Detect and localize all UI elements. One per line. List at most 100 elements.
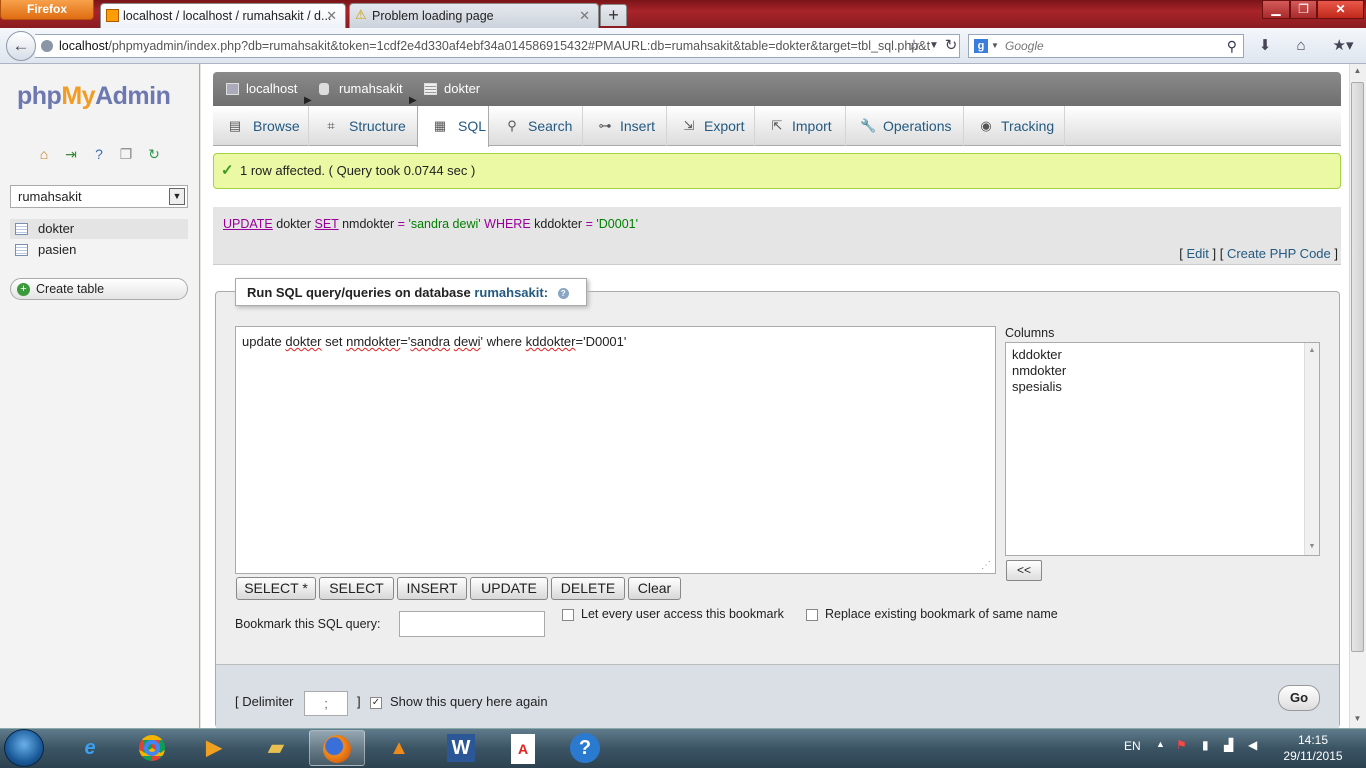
clear-button[interactable]: Clear [628,577,681,600]
close-window-button[interactable]: ✕ [1317,0,1364,19]
media-player-icon[interactable]: ▶ [186,730,242,766]
bookmark-name-input[interactable] [399,611,545,637]
scrollbar-thumb[interactable] [1351,82,1364,652]
show-query-again-checkbox[interactable]: ✓ [370,697,382,709]
tab-structure[interactable]: ⌗ Structure [309,106,429,146]
select-all-button[interactable]: SELECT * [236,577,316,600]
columns-list[interactable]: kddokter nmdokter spesialis ▲ ▼ [1005,342,1320,556]
start-button[interactable] [4,729,44,767]
create-php-code-link[interactable]: Create PHP Code [1227,246,1331,261]
delimiter-input[interactable]: ; [304,691,348,716]
sql-keyword-link[interactable]: SET [315,217,339,231]
help-support-icon[interactable]: ? [557,730,613,766]
internet-explorer-icon[interactable]: e [62,730,118,766]
browser-tab-problem[interactable]: ⚠ Problem loading page ✕ [349,3,599,28]
database-link[interactable]: rumahsakit: [474,285,548,300]
url-bar[interactable]: localhost/phpmyadmin/index.php?db=rumahs… [35,34,960,58]
create-table-button[interactable]: + Create table [10,278,188,300]
sql-panel-legend: Run SQL query/queries on database rumahs… [235,278,587,306]
new-tab-button[interactable]: + [600,4,627,26]
close-tab-icon[interactable]: ✕ [326,4,337,28]
help-icon[interactable]: ? [557,288,569,300]
tab-browse[interactable]: ▤ Browse [213,106,309,146]
phpmyadmin-logo[interactable]: phpMyAdmin [17,82,171,111]
engine-dropdown-icon[interactable]: ▼ [991,35,999,57]
sidebar-table-pasien[interactable]: pasien [10,240,188,260]
table-icon [424,83,437,95]
insert-button[interactable]: INSERT [397,577,467,600]
go-button[interactable]: Go [1278,685,1320,711]
scroll-down-icon[interactable]: ▼ [1351,714,1364,723]
tab-tracking[interactable]: ◉ Tracking [964,106,1065,146]
scroll-up-icon[interactable]: ▲ [1351,66,1364,75]
vlc-icon[interactable]: ▲ [371,730,427,766]
help-icon[interactable]: ? [90,145,108,163]
scroll-down-icon: ▼ [1308,543,1316,550]
executed-query: UPDATE dokter SET nmdokter = 'sandra dew… [213,207,1341,243]
pdf-reader-icon[interactable]: A [495,730,551,766]
database-select[interactable]: rumahsakit ▼ [10,185,188,208]
network-icon[interactable]: ▟ [1224,738,1233,752]
clock-time[interactable]: 14:15 [1283,733,1343,747]
tab-insert[interactable]: ⊶ Insert [583,106,667,146]
maximize-window-button[interactable]: ❐ [1290,0,1317,19]
insert-icon: ⊶ [598,118,612,133]
logout-icon[interactable]: ⇥ [62,145,80,163]
chrome-icon[interactable] [124,730,180,766]
browser-tab-phpmyadmin[interactable]: localhost / localhost / rumahsakit / d..… [100,3,346,28]
clock-date[interactable]: 29/11/2015 [1270,749,1356,763]
sidebar-table-dokter[interactable]: dokter [10,219,188,239]
downloads-icon[interactable]: ⬇ [1254,36,1276,56]
column-option[interactable]: kddokter [1012,347,1313,363]
checkmark-icon: ✓ [221,162,234,179]
volume-icon[interactable]: ◀ [1248,738,1257,752]
edit-query-link[interactable]: Edit [1186,246,1208,261]
bookmark-star-icon[interactable]: ☆ [903,36,925,56]
home-icon[interactable]: ⌂ [1290,36,1312,56]
reload-navigation-icon[interactable]: ↻ [145,145,163,163]
firefox-taskbar-icon[interactable] [309,730,365,766]
back-button[interactable]: ← [6,31,36,61]
home-icon[interactable]: ⌂ [35,145,53,163]
tab-operations[interactable]: 🔧 Operations [846,106,964,146]
replace-bookmark-checkbox[interactable] [806,609,818,621]
sql-query-textarea[interactable]: update dokter set nmdokter='sandra dewi'… [235,326,996,574]
wrench-icon: 🔧 [860,118,877,133]
firefox-menu-button[interactable]: Firefox [0,0,94,20]
shared-bookmark-checkbox[interactable] [562,609,574,621]
bookmarks-menu-icon[interactable]: ★▾ [1326,36,1360,56]
search-placeholder: Google [1005,39,1044,53]
resize-handle-icon[interactable]: ⋰ [981,560,991,571]
column-option[interactable]: nmdokter [1012,363,1313,379]
tab-sql[interactable]: ▦ SQL [417,106,489,147]
delete-button[interactable]: DELETE [551,577,625,600]
sql-keyword-link[interactable]: UPDATE [223,217,273,231]
minimize-window-button[interactable]: ▁ [1262,0,1290,19]
breadcrumb-database[interactable]: rumahsakit [319,72,403,106]
search-icon[interactable]: ⚲ [1227,35,1237,57]
search-bar[interactable]: g ▼ Google ⚲ [968,34,1244,58]
file-explorer-icon[interactable]: ▰ [248,730,304,766]
tab-export[interactable]: ⇲ Export [667,106,755,146]
tab-import[interactable]: ⇱ Import [755,106,846,146]
tab-search[interactable]: ⚲ Search [490,106,583,146]
battery-icon[interactable]: ▮ [1202,738,1209,752]
select-button[interactable]: SELECT [319,577,394,600]
language-indicator[interactable]: EN [1124,739,1141,753]
reload-icon[interactable]: ↻ [940,36,962,56]
google-engine-icon[interactable]: g [974,39,988,53]
delimiter-close-bracket: ] [357,694,361,709]
show-hidden-icons[interactable]: ▲ [1156,739,1165,749]
update-button[interactable]: UPDATE [470,577,548,600]
breadcrumb-server[interactable]: localhost [226,72,297,106]
tab-title: localhost / localhost / rumahsakit / d..… [123,9,332,23]
columns-label: Columns [1005,326,1055,340]
insert-columns-button[interactable]: << [1006,560,1042,581]
close-tab-icon[interactable]: ✕ [579,4,590,28]
columns-scrollbar[interactable]: ▲ ▼ [1304,343,1319,555]
column-option[interactable]: spesialis [1012,379,1313,395]
breadcrumb-table[interactable]: dokter [424,72,480,106]
action-center-icon[interactable]: ⚑ [1176,738,1187,752]
documentation-icon[interactable]: ❐ [117,145,135,163]
word-icon[interactable]: W [433,730,489,766]
